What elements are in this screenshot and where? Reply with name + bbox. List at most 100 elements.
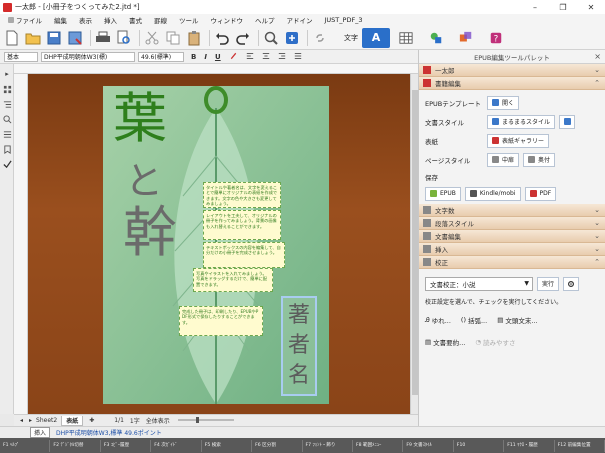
open-template-button[interactable]: 開く: [487, 95, 520, 110]
help-mode-button[interactable]: ?: [482, 28, 510, 48]
zoom-slider[interactable]: [176, 416, 236, 426]
cover-title-char-1[interactable]: 葉: [113, 92, 167, 146]
cover-text-box[interactable]: テキストボックスの内容を編集して、自分だけの小冊子を完成させましょう。: [203, 242, 285, 268]
menu-help[interactable]: ヘルプ: [249, 15, 281, 25]
cover-text-box[interactable]: 写真やイラストを入れてみましょう。写真をドラッグするだけで、簡単に配置できます。: [193, 268, 273, 292]
section-char-count[interactable]: 文字数 ⌄: [419, 204, 605, 217]
object-mode-button[interactable]: [452, 28, 480, 48]
redo-button[interactable]: [234, 29, 252, 47]
section-doc-edit[interactable]: 文書編集 ⌄: [419, 230, 605, 243]
new-document-button[interactable]: [3, 29, 21, 47]
list-icon[interactable]: [2, 129, 12, 139]
addon-button[interactable]: [283, 29, 301, 47]
search-icon[interactable]: [2, 114, 12, 124]
table-mode-button[interactable]: [392, 28, 420, 48]
author-name-box[interactable]: 著 者 名: [281, 296, 317, 396]
underline-button[interactable]: U: [215, 53, 221, 61]
cover-text-box[interactable]: 完成した冊子は、印刷したり、EPUBやPDF形式で保存したりすることができます。: [179, 306, 263, 336]
paste-button[interactable]: [185, 29, 203, 47]
cut-button[interactable]: [143, 29, 161, 47]
proofread-mode-select[interactable]: 文書校正：小説 ▼: [425, 276, 533, 291]
align-left-button[interactable]: [246, 52, 254, 62]
run-proofread-button[interactable]: 実行: [537, 276, 560, 291]
menu-window[interactable]: ウィンドウ: [205, 15, 250, 25]
undo-button[interactable]: [213, 29, 231, 47]
save-kindle-button[interactable]: Kindle/mobi: [464, 186, 521, 201]
minimize-button[interactable]: –: [521, 0, 549, 14]
menu-view[interactable]: 表示: [73, 15, 98, 25]
style-settings-button[interactable]: [559, 114, 576, 129]
bookmark-icon[interactable]: [2, 144, 12, 154]
save-pdf-button[interactable]: PDF: [524, 186, 557, 201]
save-as-button[interactable]: [66, 29, 84, 47]
open-button[interactable]: [24, 29, 42, 47]
fkey[interactable]: F5 検索: [202, 439, 253, 452]
summary-button[interactable]: ▤ 文書要約...: [425, 337, 465, 347]
sentence-end-check-button[interactable]: ▤ 文頭文末...: [497, 315, 537, 325]
cover-gallery-button[interactable]: 表紙ギャラリー: [487, 133, 550, 148]
collapse-left-icon[interactable]: ▸: [2, 69, 12, 79]
add-sheet-icon[interactable]: ✚: [89, 417, 94, 424]
close-button[interactable]: ✕: [577, 0, 605, 14]
readability-button[interactable]: ◔ 読みやすさ: [475, 337, 515, 347]
align-right-button[interactable]: [278, 52, 286, 62]
cover-text-box[interactable]: タイトルや著者名は、文字を変えることで簡単にオリジナルの表紙を作成できます。文字…: [203, 182, 281, 208]
shape-mode-button[interactable]: [422, 28, 450, 48]
fkey[interactable]: F11 ﾏｸﾛ・履歴: [504, 439, 555, 452]
menu-ruled-lines[interactable]: 罫線: [148, 15, 173, 25]
section-proofread[interactable]: 校正 ⌃: [419, 256, 605, 269]
style-select[interactable]: 基本: [4, 51, 38, 62]
save-button[interactable]: [45, 29, 63, 47]
menu-insert[interactable]: 挿入: [98, 15, 123, 25]
section-insert[interactable]: 挿入 ⌄: [419, 243, 605, 256]
save-epub-button[interactable]: EPUB: [425, 186, 461, 201]
print-button[interactable]: [94, 29, 112, 47]
book-cover-page[interactable]: 葉 と 幹 タイトルや著者名は、文字を変えることで簡単にオリジナルの表紙を作成で…: [103, 86, 329, 404]
text-color-button[interactable]: [229, 51, 238, 62]
middle-title-button[interactable]: 中扉: [487, 152, 520, 167]
align-center-button[interactable]: [262, 52, 270, 62]
prev-sheet-icon[interactable]: ◂: [20, 417, 23, 424]
link-button[interactable]: [311, 29, 329, 47]
fkey[interactable]: F8 範囲ﾒﾆｭｰ: [353, 439, 404, 452]
font-select[interactable]: DHP平成明朝体W3(標): [41, 51, 135, 62]
italic-button[interactable]: I: [204, 53, 207, 61]
copy-button[interactable]: [164, 29, 182, 47]
close-palette-icon[interactable]: ×: [594, 52, 601, 61]
section-taichi[interactable]: 一太郎 ⌄: [419, 64, 605, 77]
fkey[interactable]: F9 文書ｽﾀｲﾙ: [403, 439, 454, 452]
check-icon[interactable]: [2, 159, 12, 169]
fkey[interactable]: F1 ﾍﾙﾌﾟ: [0, 439, 51, 452]
maximize-button[interactable]: ❐: [549, 0, 577, 14]
outline-icon[interactable]: [2, 99, 12, 109]
font-size-select[interactable]: 49.6(標準): [138, 51, 184, 62]
fkey[interactable]: F2 ﾃﾞｼﾞﾀﾙ切替: [50, 439, 101, 452]
fkey[interactable]: F4 次ｶﾞｲﾄﾞ: [151, 439, 202, 452]
fkey[interactable]: F7 ﾌｫﾝﾄ・飾り: [303, 439, 353, 452]
fkey[interactable]: F12 前編集位置: [555, 439, 605, 452]
bold-button[interactable]: B: [191, 53, 196, 61]
menu-tools[interactable]: ツール: [173, 15, 205, 25]
justify-button[interactable]: [294, 52, 302, 62]
document-canvas[interactable]: 葉 と 幹 タイトルや著者名は、文字を変えることで簡単にオリジナルの表紙を作成で…: [28, 74, 410, 414]
colophon-button[interactable]: 奥付: [523, 152, 556, 167]
proofread-settings-button[interactable]: [563, 276, 580, 291]
sheet-tab-active[interactable]: 表紙: [61, 415, 84, 426]
section-para-style[interactable]: 段落スタイル ⌄: [419, 217, 605, 230]
zoom-button[interactable]: [262, 29, 280, 47]
print-preview-button[interactable]: [115, 29, 133, 47]
sheet-tab[interactable]: Sheet2: [32, 417, 61, 424]
menu-file[interactable]: ファイル: [2, 15, 48, 25]
menu-just-pdf[interactable]: JUST_PDF_3: [319, 16, 369, 24]
marumaru-style-button[interactable]: まるまるスタイル: [487, 114, 556, 129]
fkey[interactable]: F6 区分割: [252, 439, 303, 452]
cover-title-char-2[interactable]: と: [125, 162, 163, 200]
text-mode-button[interactable]: A: [362, 27, 390, 48]
grid-view-icon[interactable]: [2, 84, 12, 94]
view-mode[interactable]: 全体表示: [146, 416, 170, 425]
fkey[interactable]: F3 ｺﾋﾟｰ履歴: [101, 439, 152, 452]
vertical-scrollbar[interactable]: [410, 74, 418, 414]
fkey[interactable]: F10: [454, 439, 505, 452]
yure-check-button[interactable]: Ꭿ ゆれ...: [425, 315, 451, 326]
cover-text-box[interactable]: レイアウトを工夫して、オリジナルの冊子を作ってみましょう。背景の画像も入れ替える…: [203, 210, 281, 240]
